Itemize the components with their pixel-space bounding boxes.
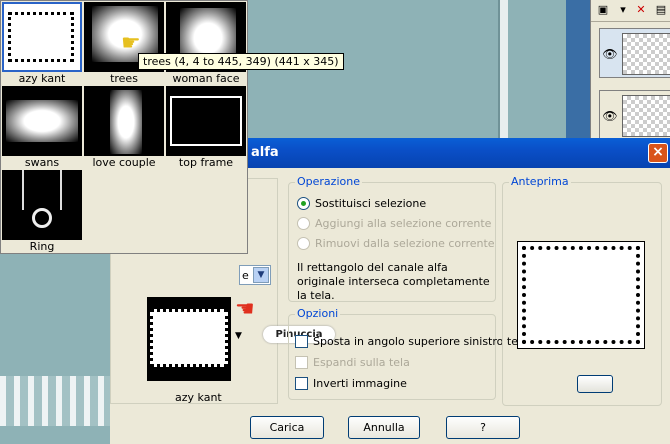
layers-toolbar: ▣ ▾ ✕ ▤ [591, 0, 670, 22]
delete-layer-icon[interactable]: ✕ [631, 1, 651, 20]
chain-shape [22, 170, 62, 210]
frame-shape [170, 96, 242, 146]
channel-preview-thumbnail[interactable] [147, 297, 231, 381]
lace-border-decoration [0, 376, 110, 426]
operation-legend: Operazione [295, 175, 362, 188]
checkbox-label: Sposta in angolo superiore sinistro tela [313, 335, 528, 348]
layer-options-icon[interactable]: ▤ [651, 1, 670, 20]
preview-frame [522, 246, 640, 344]
workspace-edge [566, 0, 590, 140]
radio-label: Rimuovi dalla selezione corrente [315, 237, 495, 250]
replace-selection-radio[interactable]: Sostituisci selezione [297, 197, 426, 210]
layer-row[interactable]: 👁 [599, 28, 670, 78]
invert-image-checkbox[interactable]: Inverti immagine [295, 377, 407, 390]
checkbox-box [295, 335, 308, 348]
thumbnail-label: azy kant [18, 72, 66, 85]
operation-group: Operazione Sostituisci selezione Aggiung… [288, 175, 496, 302]
thumbnail-image [2, 86, 82, 156]
gallery-item-ring[interactable]: Ring [1, 169, 83, 253]
pointing-hand-icon: ☚ [235, 297, 255, 322]
preview-group: Anteprima [502, 175, 662, 406]
dropdown-arrow-icon[interactable]: ▾ [613, 1, 633, 20]
gallery-item-top-frame[interactable]: top frame [165, 85, 247, 169]
layer-row[interactable]: 👁 [599, 90, 670, 140]
radio-dot [297, 217, 310, 230]
thumbnail-label: love couple [92, 156, 156, 169]
thumbnail-image [2, 2, 82, 72]
close-button[interactable]: × [648, 143, 668, 163]
move-top-left-checkbox[interactable]: Sposta in angolo superiore sinistro tela [295, 335, 528, 348]
preview-legend: Anteprima [509, 175, 571, 188]
thumbnail-image [166, 86, 246, 156]
radio-label: Sostituisci selezione [315, 197, 427, 210]
layers-palette: ▣ ▾ ✕ ▤ 👁 👁 [590, 0, 670, 140]
gallery-item-woman-face[interactable]: woman face [165, 1, 247, 85]
new-layer-icon[interactable]: ▣ [593, 1, 613, 20]
expand-canvas-checkbox[interactable]: Espandi sulla tela [295, 356, 410, 369]
thumbnail-label: top frame [178, 156, 234, 169]
thumbnail-label: swans [24, 156, 60, 169]
frame-preview [150, 309, 228, 367]
checkbox-box [295, 356, 308, 369]
remove-selection-radio[interactable]: Rimuovi dalla selezione corrente [297, 237, 495, 250]
preview-image [517, 241, 645, 349]
layer-thumbnail [622, 95, 670, 137]
mask-shape [110, 90, 142, 154]
screen: ▣ ▾ ✕ ▤ 👁 👁 alfa × e ▼ ▼ ☚ azy kant Oper… [0, 0, 670, 444]
chevron-down-icon[interactable]: ▼ [253, 267, 269, 283]
thumbnail-label: woman face [172, 72, 240, 85]
radio-dot [297, 237, 310, 250]
info-text: Il rettangolo del canale alfa originale … [297, 261, 490, 302]
thumbnail-image [84, 86, 164, 156]
tooltip: trees (4, 4 to 445, 349) (441 x 345) [138, 53, 344, 70]
cancel-button[interactable]: Annulla [348, 416, 420, 439]
channel-select-value: e [242, 269, 249, 282]
thumbnail-label: Ring [29, 240, 55, 253]
ring-shape [32, 208, 52, 228]
close-icon: × [652, 144, 664, 160]
preview-dropdown-arrow-icon[interactable]: ▼ [235, 331, 243, 341]
eye-icon[interactable]: 👁 [602, 47, 618, 61]
gallery-item-azy-kant[interactable]: azy kant [1, 1, 83, 85]
add-selection-radio[interactable]: Aggiungi alla selezione corrente [297, 217, 491, 230]
preview-zoom-button[interactable] [577, 375, 613, 393]
eye-icon[interactable]: 👁 [602, 109, 618, 123]
layer-thumbnail [622, 33, 670, 75]
help-button[interactable]: ? [446, 416, 520, 439]
gallery-item-swans[interactable]: swans [1, 85, 83, 169]
radio-dot [297, 197, 310, 210]
thumbnail-label: trees [110, 72, 138, 85]
alpha-channel-picker-popup: azy kant trees woman face swans love cou… [0, 0, 248, 254]
dialog-title: alfa [251, 145, 279, 160]
load-button[interactable]: Carica [250, 416, 324, 439]
mask-shape [6, 100, 78, 142]
thumbnail-image [2, 170, 82, 240]
checkbox-label: Inverti immagine [313, 377, 407, 390]
radio-label: Aggiungi alla selezione corrente [315, 217, 492, 230]
channel-select[interactable]: e ▼ [239, 265, 271, 285]
canvas-frame-edge [498, 0, 508, 140]
options-group: Opzioni Sposta in angolo superiore sinis… [288, 307, 528, 400]
checkbox-label: Espandi sulla tela [313, 356, 410, 369]
selected-channel-name: azy kant [175, 391, 222, 404]
gallery-item-love-couple[interactable]: love couple [83, 85, 165, 169]
frame-shape [8, 12, 74, 62]
checkbox-box [295, 377, 308, 390]
options-legend: Opzioni [295, 307, 341, 320]
